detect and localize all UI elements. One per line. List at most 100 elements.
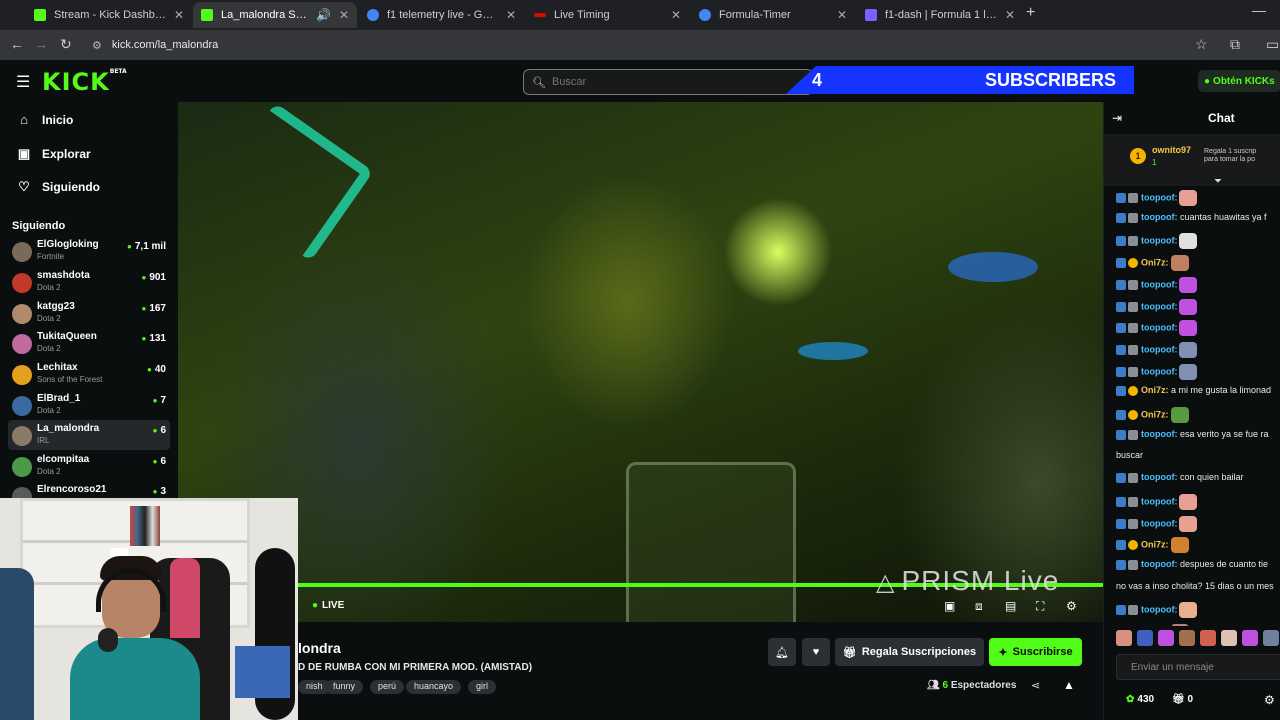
gift-subscriptions-button[interactable]: 🎁︎ Regala Suscripciones (835, 638, 984, 666)
chat-input[interactable] (1116, 654, 1280, 680)
emote-icon[interactable] (1158, 630, 1174, 646)
emote-icon (1179, 494, 1198, 510)
reload-icon[interactable]: ↻ (60, 36, 72, 53)
get-kicks-button[interactable]: ● Obtén KICKs (1198, 70, 1280, 92)
emote-icon[interactable] (1137, 630, 1153, 646)
tag[interactable]: girl (468, 680, 497, 694)
moderator-badge-icon (1116, 323, 1126, 333)
chat-username[interactable]: toopoof: (1141, 301, 1177, 311)
emote-icon[interactable] (1116, 630, 1132, 646)
kick-points[interactable]: ✿ 430 (1126, 694, 1154, 705)
fullscreen-icon[interactable]: ⛶ (1036, 599, 1044, 614)
chat-username[interactable]: toopoof: (1141, 472, 1177, 482)
new-tab-icon[interactable]: + (1026, 4, 1035, 22)
forward-arrow-icon[interactable]: → (34, 36, 48, 52)
close-tab-icon[interactable]: ✕ (671, 8, 681, 22)
pinned-username[interactable]: ownito97 (1152, 145, 1191, 155)
chat-username[interactable]: toopoof: (1141, 192, 1177, 202)
search-input[interactable] (551, 76, 802, 88)
pip-icon[interactable]: ▤ (1005, 599, 1016, 613)
minimize-window-icon[interactable]: — (1252, 2, 1266, 18)
emote-icon[interactable] (1221, 630, 1237, 646)
site-info-icon[interactable]: ⚙ (92, 39, 102, 52)
channel-item[interactable]: TukitaQueen Dota 2 131 (8, 328, 170, 358)
gifter-badge-icon (1128, 258, 1138, 268)
tag[interactable]: huancayo (406, 680, 462, 694)
browser-tab-active[interactable]: La_malondra Stream - Wat 🔊 ✕ (193, 2, 357, 28)
chat-username[interactable]: Oni7z: (1141, 385, 1169, 395)
extensions-icon[interactable]: ⧉ (1230, 36, 1240, 53)
close-tab-icon[interactable]: ✕ (339, 8, 349, 22)
channel-item[interactable]: ElGlogloking Fortnite 7,1 mil (8, 236, 170, 266)
chat-username[interactable]: toopoof: (1141, 604, 1177, 614)
chat-username[interactable]: toopoof: (1141, 212, 1177, 222)
channel-item[interactable]: ElBrad_1 Dota 2 7 (8, 390, 170, 420)
chat-username[interactable]: toopoof: (1141, 279, 1177, 289)
speaker-icon[interactable]: 🔊 (316, 8, 331, 22)
chat-username[interactable]: Oni7z: (1141, 539, 1169, 549)
chat-message: toopoof: con quien bailar (1116, 472, 1244, 483)
chat-username[interactable]: toopoof: (1141, 322, 1177, 332)
emote-icon[interactable] (1263, 630, 1279, 646)
channel-item[interactable]: katgg23 Dota 2 167 (8, 298, 170, 328)
chat-username[interactable]: Oni7z: (1141, 409, 1169, 419)
kick-logo[interactable]: KICKBETA (42, 68, 127, 96)
tag[interactable]: perú (370, 680, 405, 694)
chat-username[interactable]: toopoof: (1141, 429, 1177, 439)
browser-tab[interactable]: f1 telemetry live - Google Sear ✕ (359, 2, 524, 28)
back-arrow-icon[interactable]: ← (10, 36, 24, 52)
chat-username[interactable]: Oni7z: (1141, 257, 1169, 267)
emote-icon[interactable] (1242, 630, 1258, 646)
chat-username[interactable]: toopoof: (1141, 344, 1177, 354)
channel-category: IRL (37, 436, 50, 445)
gear-icon[interactable]: ⚙ (1264, 693, 1275, 707)
follow-heart-button[interactable]: ♥ (802, 638, 830, 666)
close-tab-icon[interactable]: ✕ (1005, 8, 1015, 22)
nav-item-explorar[interactable]: ▣ Explorar (16, 146, 91, 162)
side-panel-icon[interactable]: ▭ (1266, 36, 1279, 53)
sidebar: ⌂ Inicio ▣ Explorar ♡ Siguiendo Siguiend… (0, 102, 178, 500)
streamer-name[interactable]: londra (298, 640, 341, 656)
channel-item-active[interactable]: La_malondra IRL 6 (8, 420, 170, 450)
collapse-chat-icon[interactable]: ⇥ (1112, 111, 1122, 125)
theater-icon[interactable]: ▣ (944, 599, 955, 613)
chat-username[interactable]: toopoof: (1141, 559, 1177, 569)
close-tab-icon[interactable]: ✕ (174, 8, 184, 22)
chat-username[interactable]: toopoof: (1141, 518, 1177, 528)
chat-username[interactable]: toopoof: (1141, 235, 1177, 245)
chat-username[interactable]: toopoof: (1141, 496, 1177, 506)
channel-item[interactable]: smashdota Dota 2 901 (8, 267, 170, 297)
emote-icon[interactable] (1200, 630, 1216, 646)
emote-icon (1179, 190, 1198, 206)
settings-icon[interactable]: ⚙ (1066, 599, 1077, 613)
hamburger-menu-icon[interactable]: ☰ (16, 72, 30, 92)
chat-message: toopoof: (1116, 299, 1198, 315)
warning-icon[interactable]: ▲ (1063, 678, 1075, 692)
close-tab-icon[interactable]: ✕ (837, 8, 847, 22)
share-icon[interactable]: ⋖ (1031, 679, 1040, 692)
browser-tab[interactable]: Formula-Timer ✕ (691, 2, 855, 28)
chat-message: toopoof: cuantas huawitas ya f (1116, 212, 1267, 223)
nav-item-inicio[interactable]: ⌂ Inicio (16, 112, 73, 127)
channel-item[interactable]: Lechitax Sons of the Forest 40 (8, 359, 170, 389)
chat-message: toopoof: (1116, 277, 1198, 293)
video-player[interactable]: △PRISM Live LIVE ▣ ⧈ ▤ ⛶ ⚙ (178, 102, 1103, 622)
tag[interactable]: funny (325, 680, 364, 694)
chat-username[interactable]: toopoof: (1141, 366, 1177, 376)
bookmark-star-icon[interactable]: ☆ (1195, 36, 1208, 53)
close-tab-icon[interactable]: ✕ (506, 8, 516, 22)
browser-tab[interactable]: Live Timing ✕ (526, 2, 689, 28)
clip-icon[interactable]: ⧈ (975, 599, 983, 614)
avatar (12, 304, 32, 324)
gift-points[interactable]: 🎁︎ 0 (1172, 694, 1193, 705)
browser-tab[interactable]: f1-dash | Formula 1 live timing ✕ (857, 2, 1023, 28)
address-bar[interactable]: ⚙ kick.com/la_malondra (84, 34, 1224, 56)
subscribe-button[interactable]: ✦ Suscribirse (989, 638, 1082, 666)
moderator-badge-icon (1116, 385, 1126, 396)
emote-icon[interactable] (1179, 630, 1195, 646)
nav-item-siguiendo[interactable]: ♡ Siguiendo (16, 179, 100, 195)
subscriber-badge-icon (1128, 212, 1138, 223)
channel-item[interactable]: elcompitaa Dota 2 6 (8, 451, 170, 481)
browser-tab[interactable]: Stream - Kick Dashboard ✕ (26, 2, 192, 28)
notification-bell-button[interactable]: 🔔︎ (768, 638, 796, 666)
